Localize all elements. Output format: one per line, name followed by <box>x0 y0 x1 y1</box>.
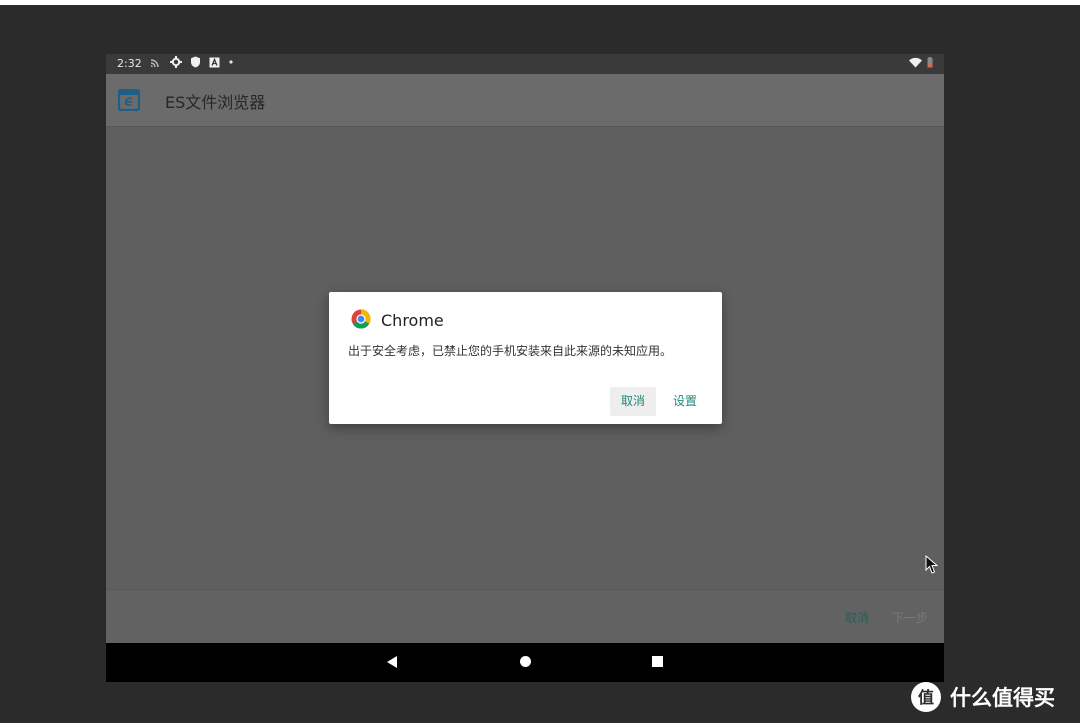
dot-icon <box>229 60 233 64</box>
navigation-bar <box>106 643 944 682</box>
install-next-button[interactable]: 下一步 <box>892 609 928 626</box>
watermark-text: 什么值得买 <box>950 686 1055 710</box>
status-time: 2:32 <box>117 57 142 70</box>
app-title: ES文件浏览器 <box>165 93 266 112</box>
home-icon[interactable] <box>519 655 532 668</box>
install-bottom-bar: 取消 下一步 <box>106 589 944 644</box>
wifi-icon <box>909 57 922 68</box>
es-file-explorer-icon <box>117 88 141 115</box>
shield-icon <box>191 56 200 68</box>
gear-icon <box>170 56 182 68</box>
status-bar: 2:32 <box>106 54 944 74</box>
recents-icon[interactable] <box>651 655 664 668</box>
mouse-cursor-icon <box>925 555 939 574</box>
app-bar: ES文件浏览器 <box>106 74 944 127</box>
back-icon[interactable] <box>385 655 399 669</box>
chrome-icon <box>351 309 371 333</box>
unknown-sources-dialog: Chrome 出于安全考虑，已禁止您的手机安装来自此来源的未知应用。 取消 设置 <box>329 292 722 424</box>
a-box-icon <box>209 57 220 67</box>
watermark-logo: 值 <box>911 682 941 712</box>
dialog-title: Chrome <box>381 311 444 330</box>
watermark-logo-char: 值 <box>918 688 934 707</box>
cast-icon <box>150 59 159 68</box>
watermark: 值 什么值得买 <box>910 680 1075 714</box>
dialog-message: 出于安全考虑，已禁止您的手机安装来自此来源的未知应用。 <box>348 344 673 358</box>
cancel-button[interactable]: 取消 <box>610 387 656 416</box>
battery-icon <box>927 57 933 68</box>
top-strip <box>0 0 1080 5</box>
settings-button[interactable]: 设置 <box>666 387 704 416</box>
install-cancel-button[interactable]: 取消 <box>845 609 869 626</box>
